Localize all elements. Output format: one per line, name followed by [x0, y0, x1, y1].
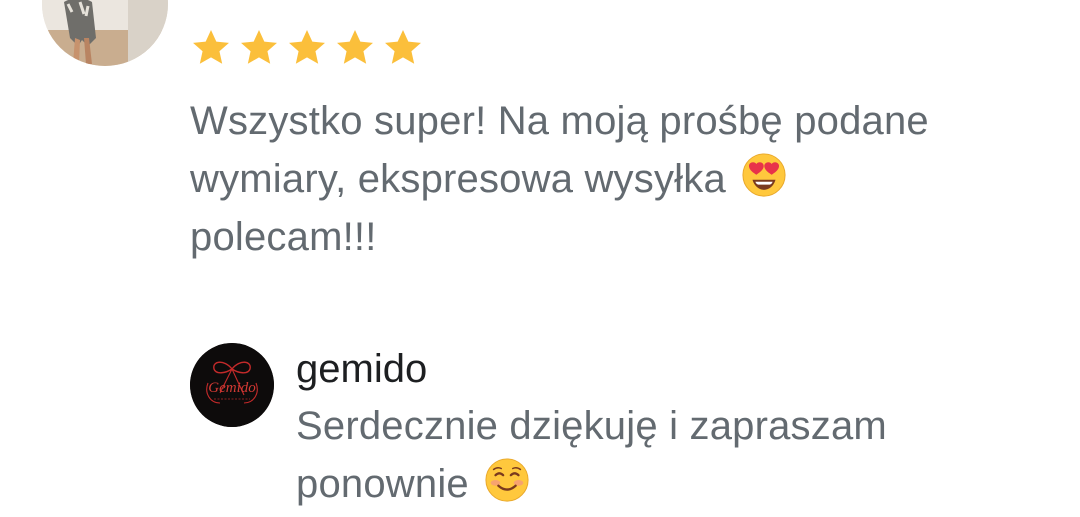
star-rating: [188, 26, 426, 70]
reply-text-body: Serdecznie dziękuję i zapraszam ponownie: [296, 404, 887, 506]
star-icon: [380, 26, 426, 70]
review-text-ending: polecam!!!: [190, 215, 377, 259]
seller-name[interactable]: gemido: [296, 345, 427, 393]
reply-text: Serdecznie dziękuję i zapraszam ponownie: [296, 397, 1016, 513]
reviewer-avatar[interactable]: [42, 0, 168, 66]
blushing-smile-emoji-icon: [484, 457, 530, 503]
star-icon: [236, 26, 282, 70]
heart-eyes-emoji-icon: [741, 152, 787, 198]
review-text: Wszystko super! Na moją prośbę podane wy…: [190, 92, 1020, 266]
star-icon: [332, 26, 378, 70]
star-icon: [188, 26, 234, 70]
star-icon: [284, 26, 330, 70]
seller-avatar[interactable]: Gemido: [190, 343, 274, 427]
review-text-body: Wszystko super! Na moją prośbę podane wy…: [190, 99, 929, 201]
seller-logo-text: Gemido: [208, 380, 256, 396]
